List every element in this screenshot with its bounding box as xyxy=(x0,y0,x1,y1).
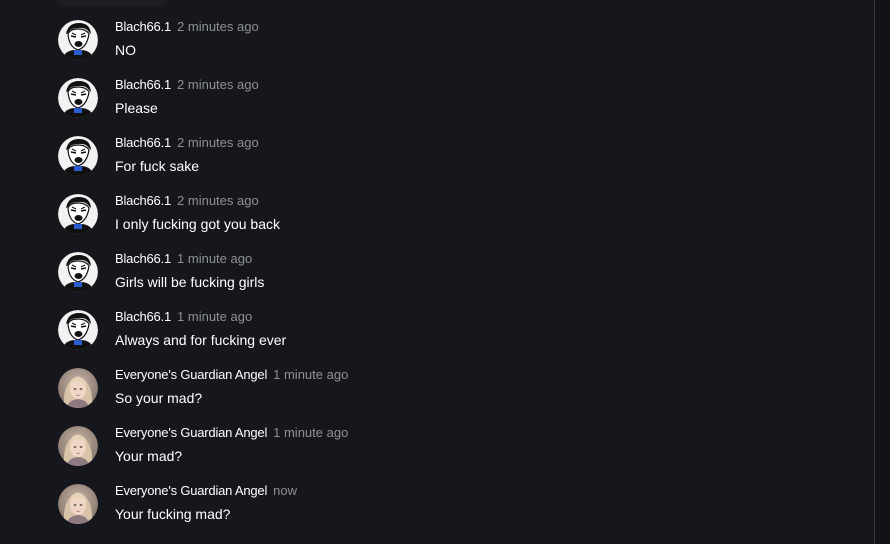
user-avatar[interactable] xyxy=(58,368,98,408)
timestamp: now xyxy=(273,483,297,498)
author-name[interactable]: Blach66.1 xyxy=(115,309,171,324)
retro-man-avatar-icon xyxy=(58,252,98,292)
retro-man-avatar-icon xyxy=(58,310,98,350)
message-header: Blach66.1 1 minute ago xyxy=(115,251,252,267)
author-name[interactable]: Everyone's Guardian Angel xyxy=(115,425,267,440)
previous-message-fragment xyxy=(58,0,168,6)
chat-message-list[interactable]: Blach66.1 2 minutes ago NO Blach66.1 2 min… xyxy=(0,0,874,544)
message-text: I only fucking got you back xyxy=(115,216,280,232)
message-text: Girls will be fucking girls xyxy=(115,274,265,290)
chat-message: Everyone's Guardian Angel now Your fuckin… xyxy=(58,483,834,527)
chat-message: Blach66.1 2 minutes ago I only fucking go… xyxy=(58,193,834,237)
user-avatar[interactable] xyxy=(58,426,98,466)
chat-message: Blach66.1 2 minutes ago For fuck sake xyxy=(58,135,834,179)
retro-man-avatar-icon xyxy=(58,78,98,118)
chat-message: Blach66.1 2 minutes ago Please xyxy=(58,77,834,121)
message-header: Blach66.1 2 minutes ago xyxy=(115,135,259,151)
message-header: Everyone's Guardian Angel 1 minute ago xyxy=(115,367,348,383)
retro-man-avatar-icon xyxy=(58,194,98,234)
user-avatar[interactable] xyxy=(58,20,98,60)
timestamp: 2 minutes ago xyxy=(177,193,259,208)
message-header: Everyone's Guardian Angel now xyxy=(115,483,297,499)
angel-girl-avatar-icon xyxy=(58,368,98,408)
chat-message: Everyone's Guardian Angel 1 minute ago So… xyxy=(58,367,834,411)
timestamp: 1 minute ago xyxy=(177,309,253,324)
message-header: Blach66.1 2 minutes ago xyxy=(115,193,259,209)
user-avatar[interactable] xyxy=(58,310,98,350)
timestamp: 1 minute ago xyxy=(273,425,349,440)
timestamp: 1 minute ago xyxy=(177,251,253,266)
message-header: Everyone's Guardian Angel 1 minute ago xyxy=(115,425,348,441)
angel-girl-avatar-icon xyxy=(58,426,98,466)
retro-man-avatar-icon xyxy=(58,136,98,176)
chat-message: Blach66.1 1 minute ago Girls will be fuck… xyxy=(58,251,834,295)
user-avatar[interactable] xyxy=(58,78,98,118)
chat-message: Everyone's Guardian Angel 1 minute ago Yo… xyxy=(58,425,834,469)
author-name[interactable]: Everyone's Guardian Angel xyxy=(115,483,267,498)
author-name[interactable]: Blach66.1 xyxy=(115,77,171,92)
user-avatar[interactable] xyxy=(58,484,98,524)
timestamp: 2 minutes ago xyxy=(177,135,259,150)
message-text: So your mad? xyxy=(115,390,203,406)
message-header: Blach66.1 1 minute ago xyxy=(115,309,252,325)
message-text: Your fucking mad? xyxy=(115,506,231,522)
timestamp: 2 minutes ago xyxy=(177,19,259,34)
message-header: Blach66.1 2 minutes ago xyxy=(115,19,259,35)
user-avatar[interactable] xyxy=(58,136,98,176)
user-avatar[interactable] xyxy=(58,252,98,292)
message-text: Please xyxy=(115,100,158,116)
retro-man-avatar-icon xyxy=(58,20,98,60)
timestamp: 2 minutes ago xyxy=(177,77,259,92)
user-avatar[interactable] xyxy=(58,194,98,234)
author-name[interactable]: Blach66.1 xyxy=(115,251,171,266)
author-name[interactable]: Blach66.1 xyxy=(115,193,171,208)
author-name[interactable]: Everyone's Guardian Angel xyxy=(115,367,267,382)
timestamp: 1 minute ago xyxy=(273,367,349,382)
chat-message: Blach66.1 2 minutes ago NO xyxy=(58,19,834,63)
message-text: For fuck sake xyxy=(115,158,200,174)
author-name[interactable]: Blach66.1 xyxy=(115,19,171,34)
author-name[interactable]: Blach66.1 xyxy=(115,135,171,150)
chat-message: Blach66.1 1 minute ago Always and for fuc… xyxy=(58,309,834,353)
message-header: Blach66.1 2 minutes ago xyxy=(115,77,259,93)
message-text: NO xyxy=(115,42,136,58)
angel-girl-avatar-icon xyxy=(58,484,98,524)
message-text: Always and for fucking ever xyxy=(115,332,287,348)
side-panel-edge xyxy=(874,0,890,544)
message-text: Your mad? xyxy=(115,448,183,464)
